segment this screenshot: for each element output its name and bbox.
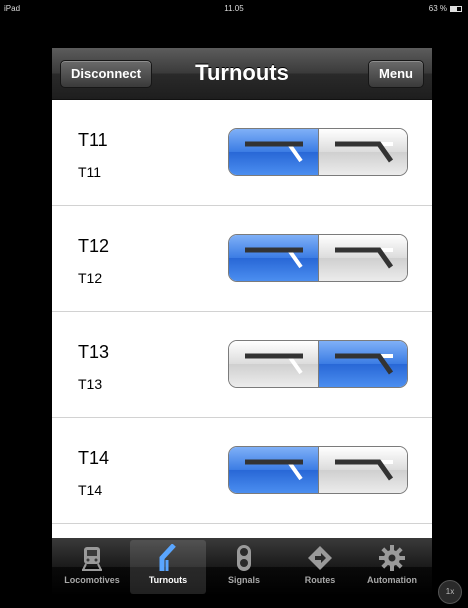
diverging-segment[interactable] [318,129,407,175]
route-icon [308,546,332,570]
turnout-subtitle: T12 [78,270,103,286]
turnout-row: T12 T12 [52,206,432,312]
turnout-switch [228,340,408,388]
menu-button[interactable]: Menu [368,60,424,88]
straight-turnout-icon [245,141,303,163]
gear-icon [379,545,405,571]
turnout-subtitle: T11 [78,164,102,180]
status-bar: iPad 11.05 63 % [0,0,468,20]
turnout-title: T13 [78,342,110,362]
tab-label: Routes [304,575,336,585]
turnout-icon [159,544,176,571]
straight-turnout-icon [245,353,303,375]
turnout-title: T14 [78,448,110,468]
turnout-subtitle: T14 [78,482,103,498]
battery-icon [450,5,462,12]
tab-label: Locomotives [64,575,120,585]
straight-segment[interactable] [229,129,318,175]
tab-signals[interactable]: Signals [206,540,282,594]
diverging-turnout-icon [335,247,394,269]
straight-segment[interactable] [229,341,318,387]
tab-locomotives[interactable]: Locomotives [54,540,130,594]
tab-bar: Locomotives Turnouts Signals Routes Auto… [52,538,432,596]
tab-automation[interactable]: Automation [354,540,430,594]
straight-turnout-icon [245,247,303,269]
tab-routes[interactable]: Routes [282,540,358,594]
diverging-segment[interactable] [318,235,407,281]
diverging-turnout-icon [335,353,394,375]
diverging-segment[interactable] [318,341,407,387]
turnout-switch [228,446,408,494]
diverging-turnout-icon [335,141,394,163]
tab-label: Turnouts [148,575,188,585]
straight-segment[interactable] [229,447,318,493]
straight-turnout-icon [245,459,303,481]
turnout-switch [228,234,408,282]
tab-label: Signals [227,575,260,585]
tab-label: Automation [367,575,417,585]
battery-indicator: 63 % [429,4,462,13]
turnout-subtitle: T13 [78,376,103,392]
turnout-row: T14 T14 [52,418,432,524]
turnout-switch [228,128,408,176]
turnout-title: T12 [78,236,110,256]
straight-segment[interactable] [229,235,318,281]
battery-percent: 63 % [428,4,447,13]
zoom-button[interactable]: 1x [438,580,462,604]
navigation-bar: Disconnect Turnouts Menu [52,48,432,100]
app-window: Disconnect Turnouts Menu T11 T11 T12 T12 [52,48,432,596]
train-icon [82,547,102,571]
diverging-segment[interactable] [318,447,407,493]
turnout-list[interactable]: T11 T11 T12 T12 T13 T13 T14 T14 [52,100,432,596]
clock: 11.05 [224,4,244,13]
turnout-title: T11 [78,130,108,150]
signal-icon [237,545,251,571]
turnout-row: T11 T11 [52,100,432,206]
turnout-row: T13 T13 [52,312,432,418]
tab-turnouts[interactable]: Turnouts [130,540,206,594]
diverging-turnout-icon [335,459,394,481]
